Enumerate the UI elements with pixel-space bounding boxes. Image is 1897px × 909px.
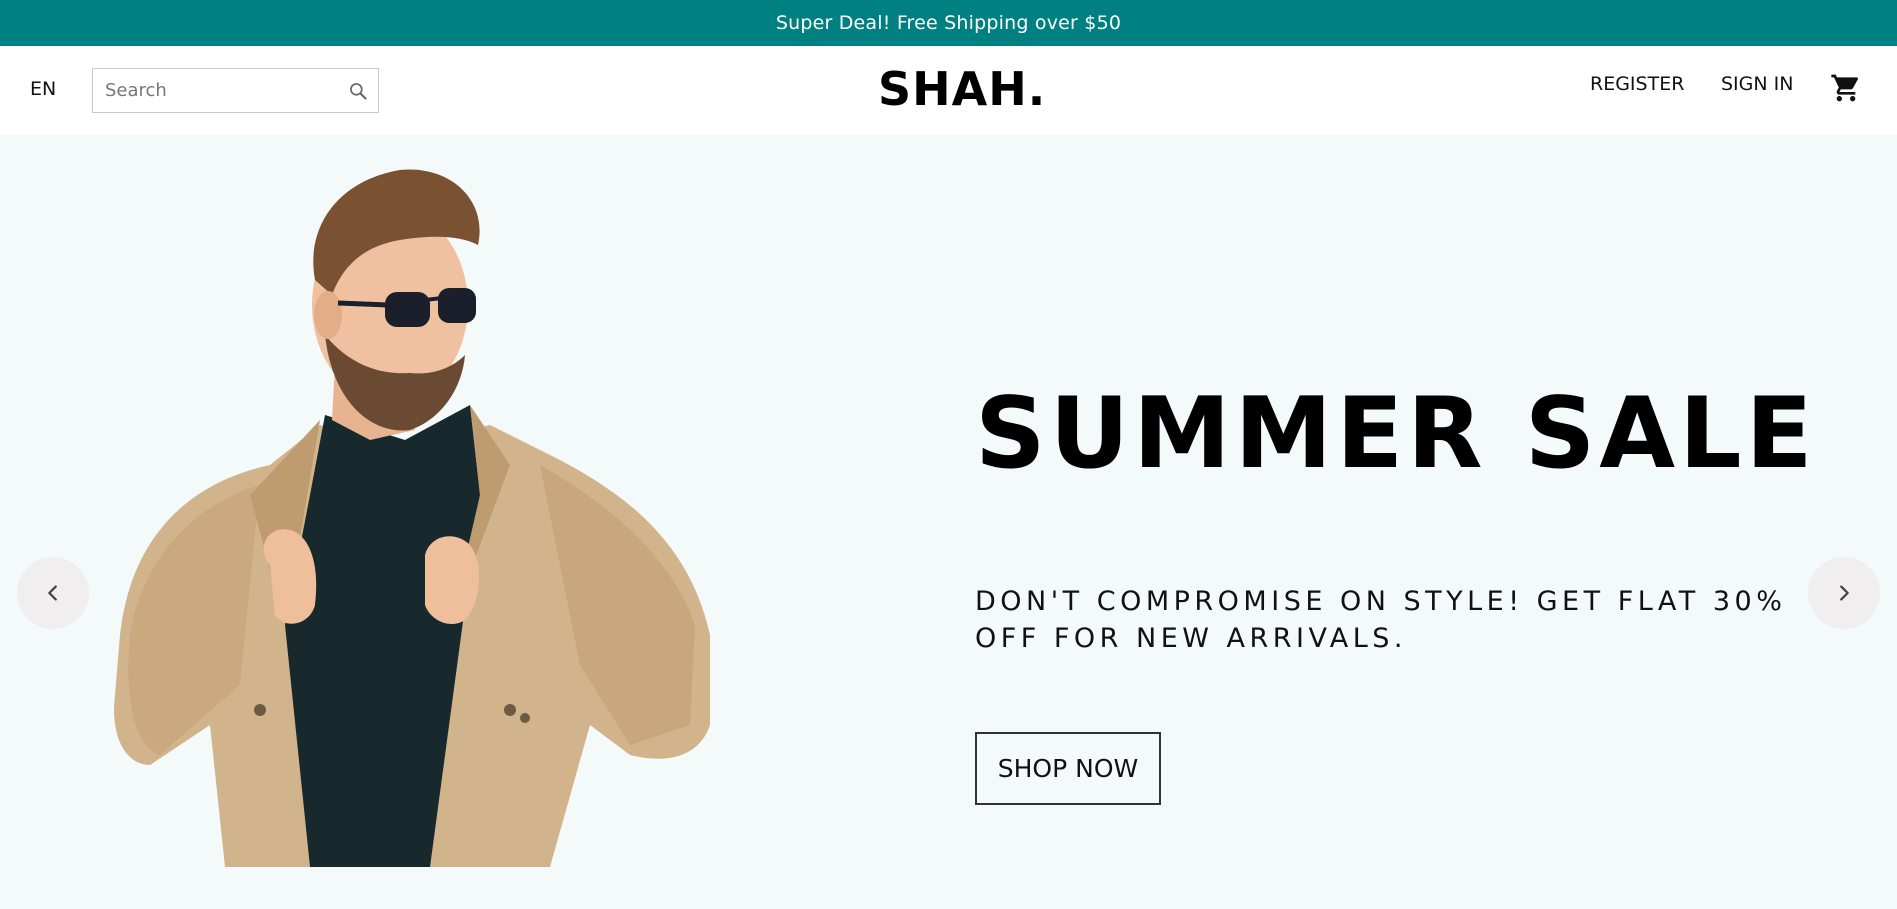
hero-title: SUMMER SALE [975,377,1817,491]
register-link[interactable]: REGISTER [1590,73,1684,95]
hero-slider: SUMMER SALE DON'T COMPROMISE ON STYLE! G… [0,135,1897,909]
cart-icon[interactable] [1830,72,1862,104]
search-icon[interactable] [348,81,368,101]
announcement-text: Super Deal! Free Shipping over $50 [775,12,1122,34]
chevron-right-icon [1840,585,1849,601]
chevron-left-icon [48,585,57,601]
navbar: EN SHAH. REGISTER SIGN IN [0,46,1897,135]
announcement-bar: Super Deal! Free Shipping over $50 [0,0,1897,46]
hero-model-image [114,169,710,867]
search-input[interactable] [93,69,333,112]
language-selector[interactable]: EN [30,78,56,100]
hero-description: DON'T COMPROMISE ON STYLE! GET FLAT 30% … [975,586,1787,654]
slider-next-button[interactable] [1808,557,1880,629]
shop-now-button[interactable]: SHOP NOW [975,732,1161,805]
sign-in-link[interactable]: SIGN IN [1721,73,1793,95]
site-logo[interactable]: SHAH. [878,62,1046,116]
search-container [92,68,379,113]
